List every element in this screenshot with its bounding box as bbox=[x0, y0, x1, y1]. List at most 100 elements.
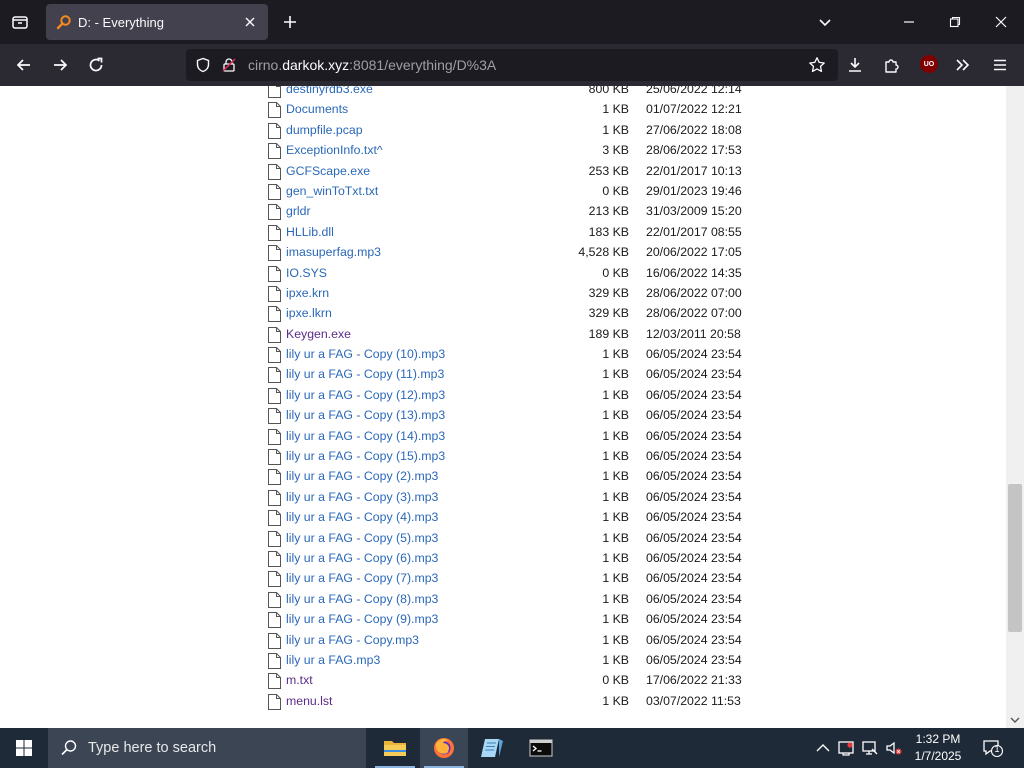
hamburger-menu-icon[interactable] bbox=[987, 53, 1013, 77]
address-bar[interactable]: cirno.darkok.xyz:8081/everything/D%3A bbox=[186, 49, 838, 81]
file-icon bbox=[268, 612, 281, 629]
file-icon bbox=[268, 673, 281, 690]
file-name-link[interactable]: m.txt bbox=[286, 673, 313, 687]
file-date-modified: 27/06/2022 18:08 bbox=[646, 122, 742, 137]
file-name-link[interactable]: lily ur a FAG - Copy (8).mp3 bbox=[286, 592, 438, 606]
file-name-link[interactable]: lily ur a FAG - Copy (4).mp3 bbox=[286, 510, 438, 524]
file-name-link[interactable]: grldr bbox=[286, 204, 311, 218]
terminal-icon[interactable] bbox=[517, 728, 565, 768]
bookmark-star-icon[interactable] bbox=[808, 56, 826, 74]
file-name-link[interactable]: lily ur a FAG - Copy.mp3 bbox=[286, 633, 419, 647]
new-tab-icon[interactable] bbox=[279, 11, 301, 33]
file-name-link[interactable]: menu.lst bbox=[286, 694, 332, 708]
file-name-link[interactable]: ipxe.lkrn bbox=[286, 306, 332, 320]
file-icon bbox=[268, 326, 281, 343]
file-icon bbox=[268, 510, 281, 527]
file-icon bbox=[268, 449, 281, 466]
reload-icon[interactable] bbox=[83, 53, 109, 77]
taskbar-search-box[interactable]: Type here to search bbox=[48, 728, 366, 768]
close-window-icon[interactable] bbox=[989, 10, 1013, 34]
file-name-link[interactable]: lily ur a FAG - Copy (10).mp3 bbox=[286, 347, 445, 361]
windows-start-icon[interactable] bbox=[0, 728, 48, 768]
file-row: ipxe.lkrn 329 KB 28/06/2022 07:00 bbox=[0, 303, 1006, 323]
file-icon bbox=[268, 224, 281, 241]
search-favicon-icon bbox=[56, 14, 72, 30]
file-icon bbox=[268, 245, 281, 262]
file-name-link[interactable]: destinyrdb3.exe bbox=[286, 86, 373, 96]
back-arrow-icon[interactable] bbox=[11, 53, 37, 77]
file-name-link[interactable]: imasuperfag.mp3 bbox=[286, 245, 381, 259]
file-name-link[interactable]: lily ur a FAG - Copy (2).mp3 bbox=[286, 469, 438, 483]
close-tab-icon[interactable] bbox=[240, 12, 260, 32]
file-icon bbox=[268, 102, 281, 119]
file-name-link[interactable]: IO.SYS bbox=[286, 266, 327, 280]
file-date-modified: 03/07/2022 11:53 bbox=[646, 693, 741, 708]
file-icon bbox=[268, 285, 281, 302]
file-row: GCFScape.exe 253 KB 22/01/2017 10:13 bbox=[0, 161, 1006, 181]
file-icon bbox=[268, 204, 281, 221]
file-name-link[interactable]: lily ur a FAG - Copy (6).mp3 bbox=[286, 551, 438, 565]
vertical-scrollbar[interactable] bbox=[1006, 86, 1024, 728]
file-name-link[interactable]: ExceptionInfo.txt^ bbox=[286, 143, 383, 157]
chevron-down-icon[interactable] bbox=[813, 10, 837, 34]
file-list: destinyrdb3.exe 800 KB 25/06/2022 12:14 Doc… bbox=[0, 86, 1006, 711]
file-name-link[interactable]: lily ur a FAG - Copy (13).mp3 bbox=[286, 408, 445, 422]
file-row: lily ur a FAG - Copy.mp3 1 KB 06/05/2024 2… bbox=[0, 630, 1006, 650]
forward-arrow-icon[interactable] bbox=[47, 53, 73, 77]
file-size: 0 KB bbox=[602, 183, 629, 198]
file-size: 183 KB bbox=[588, 224, 629, 239]
network-icon[interactable] bbox=[861, 739, 879, 757]
file-date-modified: 06/05/2024 23:54 bbox=[646, 550, 742, 565]
file-name-link[interactable]: lily ur a FAG - Copy (9).mp3 bbox=[286, 612, 438, 626]
file-icon bbox=[268, 86, 281, 98]
file-name-link[interactable]: lily ur a FAG.mp3 bbox=[286, 653, 380, 667]
file-explorer-icon[interactable] bbox=[371, 728, 419, 768]
file-listing-page: destinyrdb3.exe 800 KB 25/06/2022 12:14 Doc… bbox=[0, 86, 1006, 728]
security-center-icon[interactable] bbox=[837, 739, 855, 757]
file-name-link[interactable]: Documents bbox=[286, 102, 348, 116]
file-date-modified: 06/05/2024 23:54 bbox=[646, 367, 742, 382]
file-date-modified: 16/06/2022 14:35 bbox=[646, 265, 742, 280]
file-size: 189 KB bbox=[588, 326, 629, 341]
file-name-link[interactable]: ipxe.krn bbox=[286, 286, 329, 300]
file-row: grldr 213 KB 31/03/2009 15:20 bbox=[0, 201, 1006, 221]
file-name-link[interactable]: gen_winToTxt.txt bbox=[286, 184, 378, 198]
scrollbar-thumb[interactable] bbox=[1008, 484, 1022, 632]
file-name-link[interactable]: lily ur a FAG - Copy (14).mp3 bbox=[286, 429, 445, 443]
file-name-link[interactable]: lily ur a FAG - Copy (7).mp3 bbox=[286, 571, 438, 585]
file-row: lily ur a FAG - Copy (14).mp3 1 KB 06/05/2… bbox=[0, 426, 1006, 446]
file-name-link[interactable]: lily ur a FAG - Copy (15).mp3 bbox=[286, 449, 445, 463]
file-name-link[interactable]: GCFScape.exe bbox=[286, 164, 370, 178]
extensions-icon[interactable] bbox=[879, 53, 905, 77]
tab-title: D: - Everything bbox=[78, 14, 164, 30]
notepad-icon[interactable] bbox=[468, 728, 516, 768]
file-name-link[interactable]: lily ur a FAG - Copy (11).mp3 bbox=[286, 367, 444, 381]
file-name-link[interactable]: lily ur a FAG - Copy (5).mp3 bbox=[286, 531, 438, 545]
show-hidden-icons-chevron-icon[interactable] bbox=[814, 739, 832, 757]
browser-tab[interactable]: D: - Everything bbox=[46, 4, 268, 40]
firefox-icon[interactable] bbox=[420, 728, 468, 768]
file-icon bbox=[268, 652, 281, 669]
file-size: 1 KB bbox=[602, 428, 629, 443]
file-name-link[interactable]: lily ur a FAG - Copy (3).mp3 bbox=[286, 490, 438, 504]
notification-center-icon[interactable]: 1 bbox=[982, 738, 1004, 758]
list-all-tabs-icon[interactable] bbox=[8, 10, 32, 34]
insecure-lock-icon[interactable] bbox=[220, 56, 238, 74]
ublock-origin-icon[interactable]: UO bbox=[920, 55, 938, 73]
scroll-down-arrow-icon[interactable] bbox=[1010, 716, 1020, 724]
file-size: 800 KB bbox=[588, 86, 629, 96]
volume-muted-icon[interactable] bbox=[885, 739, 903, 757]
minimize-icon[interactable] bbox=[897, 10, 921, 34]
file-name-link[interactable]: HLLib.dll bbox=[286, 225, 334, 239]
file-name-link[interactable]: dumpfile.pcap bbox=[286, 123, 363, 137]
shield-icon[interactable] bbox=[194, 56, 212, 74]
file-size: 1 KB bbox=[602, 571, 629, 586]
file-name-link[interactable]: Keygen.exe bbox=[286, 327, 351, 341]
file-size: 1 KB bbox=[602, 530, 629, 545]
restore-icon[interactable] bbox=[943, 10, 967, 34]
file-name-link[interactable]: lily ur a FAG - Copy (12).mp3 bbox=[286, 388, 445, 402]
file-size: 253 KB bbox=[588, 163, 629, 178]
downloads-icon[interactable] bbox=[842, 53, 868, 77]
taskbar-clock[interactable]: 1:32 PM 1/7/2025 bbox=[906, 731, 970, 765]
overflow-chevrons-icon[interactable] bbox=[950, 53, 976, 77]
